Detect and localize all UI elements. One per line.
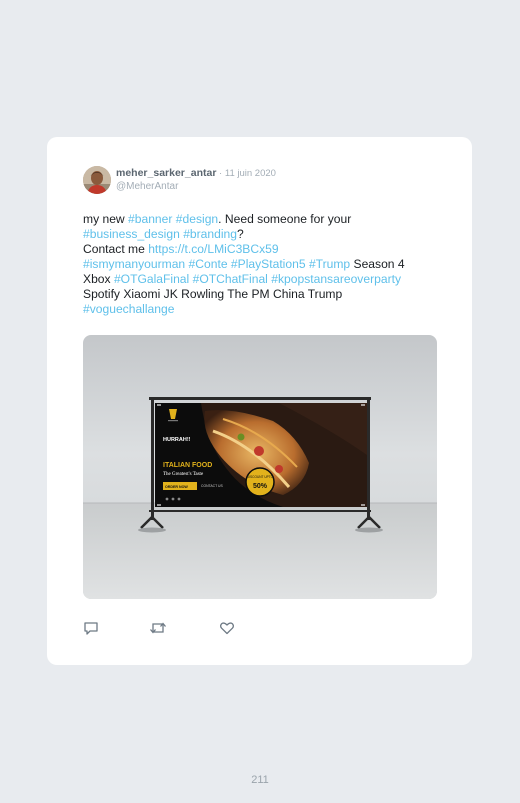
- banner-contact: CONTACT US: [201, 484, 223, 488]
- heart-icon[interactable]: [219, 620, 237, 636]
- avatar-image: [83, 166, 111, 194]
- tweet-line-1: my new #banner #design. Need someone for…: [83, 212, 443, 227]
- banner-hurrah: HURRAH!!: [163, 437, 191, 443]
- banner-order-button: ORDER NOW: [165, 485, 188, 489]
- hashtag-conte[interactable]: #Conte: [189, 257, 228, 271]
- avatar[interactable]: [83, 166, 111, 194]
- banner-title: ITALIAN FOOD: [163, 462, 212, 469]
- hashtag-voguechallange[interactable]: #voguechallange: [83, 302, 174, 316]
- banner-subtitle: The Greatest's Taste: [163, 472, 204, 477]
- tweet-line-3: Contact me https://t.co/LMiC3BCx59: [83, 242, 443, 257]
- hashtag-trump[interactable]: #Trump: [309, 257, 350, 271]
- banner-discount-value: 50%: [253, 483, 268, 490]
- tweet-card: meher_sarker_antar · 11 juin 2020 @Meher…: [47, 137, 472, 665]
- text-segment: Xbox: [83, 272, 114, 286]
- text-segment: my new: [83, 212, 129, 226]
- hashtag-kpopstansareoverparty[interactable]: #kpopstansareoverparty: [271, 272, 401, 286]
- tweet-line-4: #ismymanyourman #Conte #PlayStation5 #Tr…: [83, 257, 443, 272]
- tweet-text: my new #banner #design. Need someone for…: [83, 212, 443, 317]
- hashtag-otgalafinal[interactable]: #OTGalaFinal: [114, 272, 189, 286]
- retweet-icon[interactable]: [149, 620, 167, 636]
- tweet-line-7: #voguechallange: [83, 302, 443, 317]
- tweet-actions: [83, 620, 283, 638]
- author-row: meher_sarker_antar · 11 juin 2020: [116, 167, 276, 179]
- text-segment: . Need someone for your: [218, 212, 352, 226]
- hashtag-business-design[interactable]: #business_design: [83, 227, 180, 241]
- hashtag-playstation5[interactable]: #PlayStation5: [231, 257, 306, 271]
- banner-mockup-image: HURRAH!! ITALIAN FOOD The Greatest's Tas…: [83, 335, 437, 599]
- display-name[interactable]: meher_sarker_antar: [116, 167, 216, 179]
- text-segment: Contact me: [83, 242, 149, 256]
- tweet-link[interactable]: https://t.co/LMiC3BCx59: [148, 242, 278, 256]
- hashtag-branding[interactable]: #branding: [183, 227, 237, 241]
- user-handle[interactable]: @MeherAntar: [116, 181, 178, 192]
- page-number: 211: [251, 774, 269, 786]
- reply-icon[interactable]: [83, 620, 101, 636]
- hashtag-design[interactable]: #design: [176, 212, 218, 226]
- tweet-line-6: Spotify Xiaomi JK Rowling The PM China T…: [83, 287, 343, 301]
- hashtag-ismymanyourman[interactable]: #ismymanyourman: [83, 257, 185, 271]
- text-segment: ?: [237, 227, 244, 241]
- tweet-date[interactable]: 11 juin 2020: [225, 168, 276, 179]
- hashtag-otchatfinal[interactable]: #OTChatFinal: [193, 272, 268, 286]
- text-segment: Season 4: [350, 257, 405, 271]
- banner-discount-label: DISCOUNT UPTO: [247, 475, 274, 479]
- date-separator: ·: [216, 168, 225, 179]
- tweet-media-image[interactable]: HURRAH!! ITALIAN FOOD The Greatest's Tas…: [83, 335, 437, 599]
- tweet-line-2: #business_design #branding?: [83, 227, 443, 242]
- hashtag-banner[interactable]: #banner: [128, 212, 172, 226]
- tweet-line-5: Xbox #OTGalaFinal #OTChatFinal #kpopstan…: [83, 272, 443, 287]
